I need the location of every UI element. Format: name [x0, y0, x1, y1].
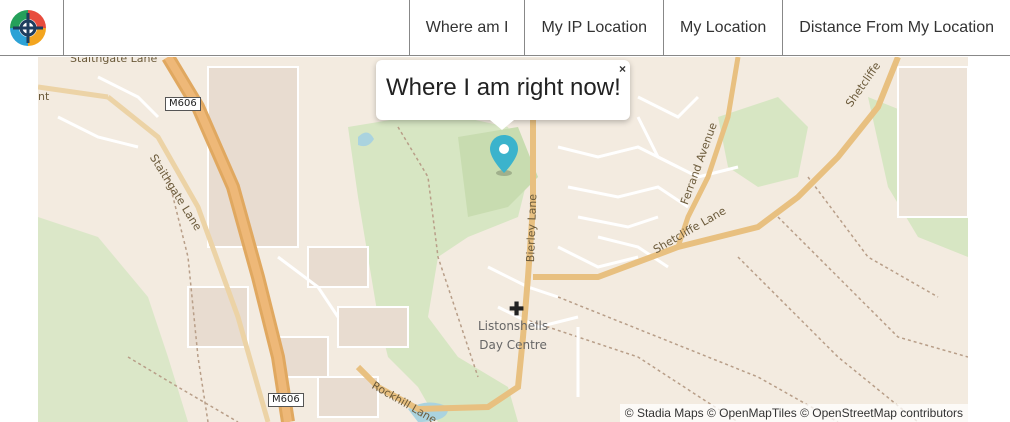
poi-label-line2: Day Centre: [479, 338, 547, 352]
top-navbar: Where am I My IP Location My Location Di…: [0, 0, 1010, 56]
map-attribution[interactable]: © Stadia Maps © OpenMapTiles © OpenStree…: [619, 404, 968, 422]
nav-my-ip-location[interactable]: My IP Location: [524, 0, 663, 56]
road-label-bierley-lane: Bierley Lane: [524, 193, 540, 263]
popup-close-button[interactable]: ×: [619, 63, 626, 75]
nav-where-am-i[interactable]: Where am I: [408, 0, 525, 56]
road-label-staithgate-top: Staithgate Lane: [70, 57, 158, 65]
map-view[interactable]: M606 M606 Staithgate Lane Staithgate Lan…: [38, 57, 968, 422]
nav-menu: Where am I My IP Location My Location Di…: [408, 0, 1010, 56]
map-marker-icon[interactable]: [490, 135, 518, 182]
popup-text: Where I am right now!: [386, 74, 621, 101]
poi-label: Listonshells Day Centre: [478, 317, 548, 355]
poi-label-line1: Listonshells: [478, 319, 549, 333]
m606-shield-top: M606: [165, 97, 201, 111]
nav-my-location[interactable]: My Location: [663, 0, 782, 56]
logo-icon: [10, 10, 46, 46]
nav-distance-from-my-location[interactable]: Distance From My Location: [782, 0, 1010, 56]
m606-shield-bottom: M606: [268, 393, 304, 407]
popup-tip: [490, 120, 514, 130]
logo[interactable]: [0, 0, 64, 56]
map-label-left-edge: nt: [38, 90, 50, 103]
location-popup: Where I am right now! ×: [376, 60, 630, 120]
